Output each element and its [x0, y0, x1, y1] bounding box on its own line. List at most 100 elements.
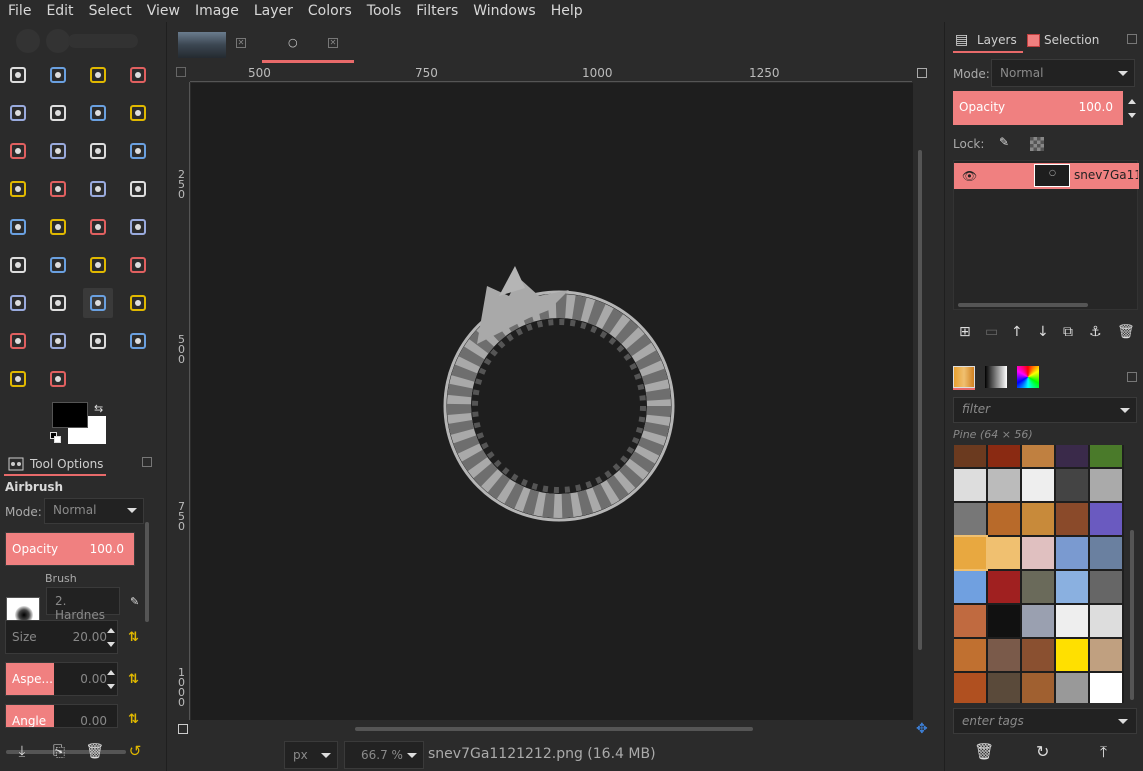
- pattern-swatch[interactable]: [1022, 503, 1054, 535]
- size-slider[interactable]: Size 20.00: [5, 620, 118, 654]
- menu-tools[interactable]: Tools: [365, 3, 411, 19]
- tab-palettes[interactable]: [1017, 366, 1039, 388]
- bucket-fill-icon[interactable]: [43, 250, 73, 280]
- pattern-swatch[interactable]: [954, 673, 986, 703]
- pattern-swatch[interactable]: [1056, 469, 1088, 501]
- menu-help[interactable]: Help: [549, 3, 592, 19]
- menu-view[interactable]: View: [145, 3, 189, 19]
- paintbrush-icon[interactable]: [3, 288, 33, 318]
- navigate-icon[interactable]: [178, 724, 188, 734]
- tab-config-icon[interactable]: [142, 457, 152, 467]
- pattern-swatch[interactable]: [988, 639, 1020, 671]
- tab-gradients[interactable]: [985, 366, 1007, 388]
- heal-icon[interactable]: [43, 326, 73, 356]
- ouroboros-image-tab[interactable]: ○ ✕: [262, 30, 358, 63]
- canvas-vertical-scrollbar[interactable]: [918, 150, 922, 650]
- measure-icon[interactable]: [83, 136, 113, 166]
- tool-options-tab[interactable]: Tool Options: [0, 454, 160, 476]
- restore-preset-icon[interactable]: ⎘: [49, 742, 69, 762]
- foreground-select-icon[interactable]: [83, 98, 113, 128]
- tab-selection[interactable]: Selection: [1027, 30, 1107, 54]
- ellipse-select-icon[interactable]: [43, 60, 73, 90]
- reset-aspect-icon[interactable]: ⇅: [128, 672, 142, 687]
- flip-icon[interactable]: [83, 212, 113, 242]
- color-select-icon[interactable]: [3, 98, 33, 128]
- pattern-swatch[interactable]: [1090, 537, 1122, 569]
- opacity-slider[interactable]: Opacity 100.0: [5, 532, 135, 566]
- pattern-swatch[interactable]: [1056, 445, 1088, 467]
- horizontal-ruler[interactable]: 500 750 1000 1250: [190, 64, 912, 82]
- color-picker-icon[interactable]: [3, 136, 33, 166]
- pattern-swatch[interactable]: [1090, 639, 1122, 671]
- foreground-color-swatch[interactable]: [52, 402, 88, 428]
- tab-config-icon[interactable]: [1127, 34, 1137, 44]
- pattern-swatch[interactable]: [988, 673, 1020, 703]
- unified-transform-icon[interactable]: [83, 174, 113, 204]
- angle-slider[interactable]: Angle 0.00: [5, 704, 118, 728]
- pattern-swatch[interactable]: [1090, 673, 1122, 703]
- raise-layer-icon[interactable]: ↑: [1011, 324, 1023, 340]
- pattern-swatch[interactable]: [1056, 571, 1088, 603]
- open-pattern-icon[interactable]: ⤒: [1100, 742, 1107, 762]
- pattern-swatch[interactable]: [1056, 537, 1088, 569]
- pattern-swatch[interactable]: [1090, 571, 1122, 603]
- menu-layer[interactable]: Layer: [252, 3, 302, 19]
- save-preset-icon[interactable]: ⤓: [12, 742, 32, 762]
- pattern-swatch[interactable]: [1022, 445, 1054, 467]
- new-layer-icon[interactable]: ⊞: [959, 324, 971, 340]
- swap-colors-icon[interactable]: ⇆: [94, 402, 103, 415]
- fuzzy-select-icon[interactable]: [123, 60, 153, 90]
- vertical-ruler[interactable]: 250 500 750 1000: [172, 82, 190, 720]
- city-image-tab[interactable]: ✕: [178, 30, 258, 62]
- close-icon[interactable]: ✕: [236, 38, 246, 48]
- reset-size-icon[interactable]: ⇅: [128, 630, 142, 645]
- pattern-swatch[interactable]: [1022, 673, 1054, 703]
- pattern-swatch[interactable]: [988, 537, 1020, 569]
- pattern-swatch[interactable]: [1090, 469, 1122, 501]
- pattern-filter-select[interactable]: filter: [953, 397, 1137, 423]
- eraser-icon[interactable]: [43, 288, 73, 318]
- canvas-horizontal-scrollbar[interactable]: [355, 727, 753, 731]
- unit-select[interactable]: px: [284, 741, 338, 769]
- pattern-swatch[interactable]: [1056, 639, 1088, 671]
- scissors-select-icon[interactable]: [43, 98, 73, 128]
- menu-windows[interactable]: Windows: [471, 3, 545, 19]
- smudge-icon[interactable]: [3, 364, 33, 394]
- duplicate-layer-icon[interactable]: ⧉: [1063, 324, 1073, 340]
- perspective-clone-icon[interactable]: [83, 326, 113, 356]
- pattern-swatch[interactable]: [988, 605, 1020, 637]
- image-canvas[interactable]: [191, 83, 913, 720]
- zoom-icon[interactable]: [43, 136, 73, 166]
- pattern-swatch[interactable]: [954, 639, 986, 671]
- zoom-to-fit-icon[interactable]: [917, 68, 927, 78]
- pattern-swatch[interactable]: [1022, 469, 1054, 501]
- pattern-swatch[interactable]: [988, 469, 1020, 501]
- pattern-swatch[interactable]: [1090, 503, 1122, 535]
- brush-edit-icon[interactable]: ✎: [130, 595, 139, 608]
- layer-mode-select[interactable]: Normal: [991, 59, 1135, 87]
- menu-colors[interactable]: Colors: [306, 3, 361, 19]
- layer-name[interactable]: snev7Ga11: [1074, 168, 1138, 182]
- pattern-swatch[interactable]: [1056, 503, 1088, 535]
- rect-select-icon[interactable]: [3, 60, 33, 90]
- lock-alpha-icon[interactable]: [1030, 137, 1044, 151]
- tab-layers[interactable]: ▤ Layers: [953, 30, 1023, 54]
- scale-icon[interactable]: [123, 174, 153, 204]
- pattern-swatch[interactable]: [1022, 605, 1054, 637]
- menu-image[interactable]: Image: [193, 3, 248, 19]
- quick-mask-toggle[interactable]: [176, 67, 186, 77]
- zoom-select[interactable]: 66.7 %: [344, 741, 424, 769]
- pattern-swatch[interactable]: [988, 571, 1020, 603]
- new-group-icon[interactable]: ▭: [985, 324, 998, 340]
- close-icon[interactable]: ✕: [328, 38, 338, 48]
- menu-filters[interactable]: Filters: [414, 3, 467, 19]
- free-select-icon[interactable]: [83, 60, 113, 90]
- tool-options-scrollbar[interactable]: [145, 522, 149, 622]
- menu-edit[interactable]: Edit: [44, 3, 82, 19]
- visibility-eye-icon[interactable]: 👁: [962, 169, 977, 183]
- blur-icon[interactable]: [123, 326, 153, 356]
- pattern-swatch[interactable]: [954, 503, 986, 535]
- layer-row[interactable]: 👁 ○ snev7Ga11: [954, 163, 1139, 189]
- tags-input[interactable]: enter tags: [953, 708, 1137, 734]
- move-icon[interactable]: [123, 136, 153, 166]
